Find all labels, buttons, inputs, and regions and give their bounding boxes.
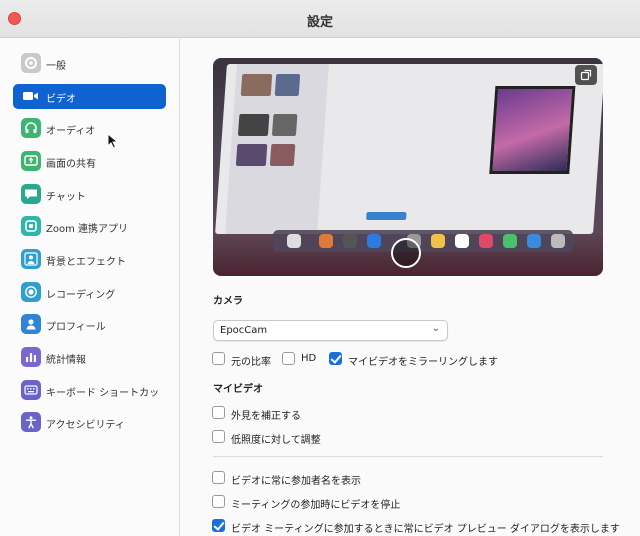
- mirror-video-label: マイビデオをミラーリングします: [348, 357, 498, 368]
- settings-window: 設定 一般 ビデオ オーディオ 画面の共有 チャット Zoom 連携アプリ 背景…: [0, 0, 640, 536]
- hd-label: HD: [301, 353, 317, 364]
- sidebar-item-label: オーディオ: [46, 126, 96, 137]
- always-show-names-label: ビデオに常に参加者名を表示: [231, 476, 361, 487]
- record-icon: [21, 282, 41, 302]
- camera-preview: [213, 58, 603, 276]
- sidebar-item-label: 統計情報: [46, 355, 86, 366]
- sidebar-item-label: キーボード ショートカッ: [46, 388, 160, 399]
- hd-checkbox[interactable]: [282, 352, 295, 365]
- video-camera-icon: [21, 86, 41, 106]
- original-ratio-label: 元の比率: [231, 357, 271, 368]
- person-background-icon: [21, 249, 41, 269]
- sidebar-item-label: Zoom 連携アプリ: [46, 224, 129, 235]
- low-light-label: 低照度に対して調整: [231, 435, 321, 446]
- sidebar-item-video[interactable]: ビデオ: [13, 84, 166, 109]
- preview-image: [215, 64, 603, 234]
- touch-up-appearance-label: 外見を補正する: [231, 411, 301, 422]
- keyboard-icon: [21, 380, 41, 400]
- sidebar-item-background-effects[interactable]: 背景とエフェクト: [13, 247, 166, 272]
- camera-select[interactable]: EpocCam ⌄: [213, 320, 448, 341]
- original-ratio-checkbox[interactable]: [212, 352, 225, 365]
- stop-video-on-join-checkbox[interactable]: [212, 495, 225, 508]
- sidebar-item-label: チャット: [46, 192, 86, 203]
- gear-icon: [21, 53, 41, 73]
- stop-video-on-join-label: ミーティングの参加時にビデオを停止: [231, 500, 401, 511]
- show-preview-dialog-label: ビデオ ミーティングに参加するときに常にビデオ プレビュー ダイアログを表示しま…: [231, 524, 620, 535]
- sidebar-item-profile[interactable]: プロフィール: [13, 312, 166, 337]
- sidebar-item-statistics[interactable]: 統計情報: [13, 345, 166, 370]
- sidebar-item-general[interactable]: 一般: [13, 51, 166, 76]
- sidebar-item-screen-share[interactable]: 画面の共有: [13, 149, 166, 174]
- bar-chart-icon: [21, 347, 41, 367]
- mirror-video-checkbox[interactable]: [329, 352, 342, 365]
- show-preview-dialog-checkbox[interactable]: [212, 519, 225, 532]
- title-bar: 設定: [0, 0, 640, 38]
- chat-bubble-icon: [21, 184, 41, 204]
- camera-select-value: EpocCam: [220, 325, 268, 336]
- sidebar-item-label: 一般: [46, 61, 66, 72]
- camera-section-label: カメラ: [213, 296, 243, 307]
- always-show-names-checkbox[interactable]: [212, 471, 225, 484]
- sidebar-item-zoom-apps[interactable]: Zoom 連携アプリ: [13, 214, 166, 239]
- sidebar-item-audio[interactable]: オーディオ: [13, 116, 166, 141]
- sidebar-item-keyboard-shortcuts[interactable]: キーボード ショートカッ: [13, 378, 166, 403]
- settings-sidebar: 一般 ビデオ オーディオ 画面の共有 チャット Zoom 連携アプリ 背景とエフ…: [0, 39, 180, 536]
- mouse-cursor-icon: [107, 133, 119, 149]
- chevron-down-icon: ⌄: [431, 323, 440, 334]
- sidebar-item-label: ビデオ: [46, 94, 76, 105]
- window-title: 設定: [306, 15, 333, 30]
- section-divider: [213, 456, 603, 457]
- sidebar-item-chat[interactable]: チャット: [13, 182, 166, 207]
- sidebar-item-label: レコーディング: [46, 290, 116, 301]
- apps-icon: [21, 216, 41, 236]
- sidebar-item-recording[interactable]: レコーディング: [13, 280, 166, 305]
- sidebar-item-label: プロフィール: [46, 322, 106, 333]
- profile-icon: [21, 314, 41, 334]
- sidebar-item-label: アクセシビリティ: [46, 420, 125, 431]
- touch-up-appearance-checkbox[interactable]: [212, 406, 225, 419]
- sidebar-item-label: 画面の共有: [46, 159, 96, 170]
- low-light-checkbox[interactable]: [212, 430, 225, 443]
- sidebar-item-label: 背景とエフェクト: [46, 257, 126, 268]
- accessibility-icon: [21, 412, 41, 432]
- headphones-icon: [21, 118, 41, 138]
- video-settings-panel: カメラ EpocCam ⌄ 元の比率 HD マイビデオをミラーリングします マイ…: [181, 39, 640, 536]
- rotate-camera-icon[interactable]: [575, 65, 597, 85]
- screen-share-icon: [21, 151, 41, 171]
- sidebar-item-accessibility[interactable]: アクセシビリティ: [13, 410, 166, 435]
- my-video-section-label: マイビデオ: [213, 384, 263, 395]
- preview-overlay-logo-icon: [391, 238, 421, 268]
